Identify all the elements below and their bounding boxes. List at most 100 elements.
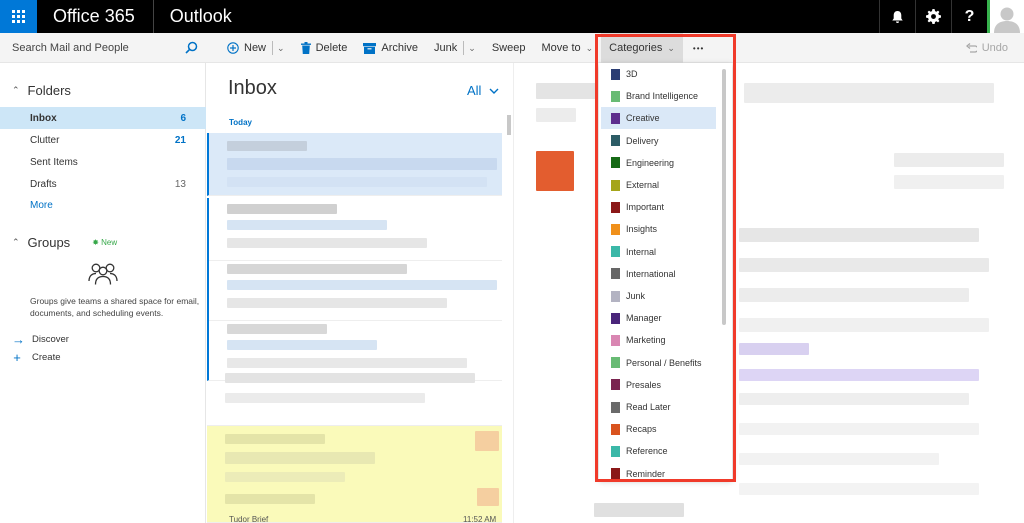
unread-count: 21: [174, 134, 186, 146]
sweep-button[interactable]: Sweep: [484, 33, 534, 63]
chevron-down-icon: [489, 88, 499, 94]
category-item[interactable]: Internal: [601, 241, 716, 263]
category-item[interactable]: Reference: [601, 440, 716, 462]
new-badge: ✸ New: [92, 238, 118, 247]
folder-inbox[interactable]: Inbox 6: [0, 107, 206, 129]
category-item[interactable]: International: [601, 263, 716, 285]
category-label: Reminder: [626, 468, 666, 479]
category-swatch: [611, 423, 620, 435]
filter-dropdown[interactable]: All: [467, 83, 499, 98]
top-right-controls: ?: [879, 0, 1024, 33]
category-item[interactable]: Brand Intelligence: [601, 85, 716, 107]
more-actions-button[interactable]: •••: [683, 33, 712, 63]
category-swatch: [611, 179, 620, 191]
category-label: Manager: [626, 313, 662, 324]
category-label: Recaps: [626, 424, 657, 435]
brand-title[interactable]: Office 365: [37, 0, 154, 33]
unread-count: 6: [180, 112, 186, 124]
search-input[interactable]: Search Mail and People: [0, 33, 206, 63]
app-launcher-button[interactable]: [0, 0, 37, 33]
category-item[interactable]: Manager: [601, 307, 716, 329]
category-label: Brand Intelligence: [626, 91, 699, 102]
category-item[interactable]: Personal / Benefits: [601, 352, 716, 374]
category-swatch: [611, 290, 620, 302]
create-group-link[interactable]: + Create: [12, 350, 60, 365]
chevron-up-icon: ⌃: [12, 237, 20, 247]
discover-groups-link[interactable]: → Discover: [12, 332, 69, 347]
category-swatch: [611, 112, 620, 124]
category-label: Creative: [626, 113, 660, 124]
category-swatch: [611, 379, 620, 391]
delete-button[interactable]: Delete: [293, 33, 356, 63]
list-item[interactable]: [207, 133, 502, 196]
categories-button[interactable]: Categories ⌄: [601, 33, 683, 63]
list-item[interactable]: [207, 258, 502, 321]
chevron-down-icon: ⌄: [585, 42, 594, 53]
list-item[interactable]: [207, 426, 502, 523]
list-item[interactable]: [207, 363, 502, 426]
category-swatch: [611, 357, 620, 369]
date-group-header: Today: [229, 118, 252, 127]
people-icon: [88, 263, 118, 285]
folder-label: Drafts: [30, 178, 57, 190]
notifications-button[interactable]: [879, 0, 915, 33]
category-swatch: [611, 68, 620, 80]
plus-icon: +: [13, 350, 21, 365]
settings-button[interactable]: [915, 0, 951, 33]
category-item[interactable]: Creative: [601, 107, 716, 130]
groups-header[interactable]: ⌃ Groups ✸ New: [0, 235, 117, 250]
category-swatch: [611, 334, 620, 346]
undo-button[interactable]: Undo: [965, 33, 1008, 63]
message-toolbar: New ⌄ Delete Archive Junk ⌄ Sweep Move t…: [219, 33, 712, 63]
search-icon[interactable]: [185, 41, 198, 54]
folder-drafts[interactable]: Drafts 13: [0, 173, 206, 195]
archive-button[interactable]: Archive: [355, 33, 426, 63]
list-scrollbar[interactable]: [507, 115, 511, 135]
category-item[interactable]: Recaps: [601, 418, 716, 440]
category-label: Delivery: [626, 135, 659, 146]
avatar[interactable]: [987, 0, 1024, 33]
category-item[interactable]: Presales: [601, 374, 716, 396]
category-item[interactable]: Junk: [601, 285, 716, 307]
new-button[interactable]: New: [219, 33, 274, 63]
folder-clutter[interactable]: Clutter 21: [0, 129, 206, 151]
trash-icon: [300, 42, 311, 54]
folder-pane: ⌃ Folders Inbox 6 Clutter 21 Sent Items …: [0, 63, 206, 523]
category-item[interactable]: Read Later: [601, 396, 716, 418]
more-folders-link[interactable]: More: [30, 200, 53, 211]
category-item[interactable]: Important: [601, 196, 716, 218]
category-label: Important: [626, 202, 665, 213]
category-item[interactable]: Marketing: [601, 329, 716, 351]
message-list: Inbox All Today Tudor Brief 11:52 AM: [207, 63, 513, 523]
junk-dropdown-button[interactable]: ⌄: [460, 33, 484, 63]
undo-icon: [965, 43, 977, 53]
categories-scrollbar[interactable]: [722, 69, 726, 325]
new-dropdown-button[interactable]: ⌄: [269, 33, 293, 63]
app-title[interactable]: Outlook: [154, 6, 232, 27]
category-item[interactable]: Engineering: [601, 152, 716, 174]
discover-label: Discover: [32, 334, 69, 345]
help-button[interactable]: ?: [951, 0, 987, 33]
category-item[interactable]: Delivery: [601, 130, 716, 152]
category-swatch: [611, 268, 620, 280]
category-label: Read Later: [626, 402, 671, 412]
plus-circle-icon: [227, 42, 239, 54]
search-placeholder: Search Mail and People: [12, 42, 129, 54]
category-label: Junk: [626, 291, 646, 301]
category-item[interactable]: External: [601, 174, 716, 196]
folder-sent-items[interactable]: Sent Items: [0, 151, 206, 173]
undo-label: Undo: [981, 42, 1008, 54]
move-to-button[interactable]: Move to ⌄: [533, 33, 601, 63]
folder-label: Inbox: [30, 112, 57, 124]
category-label: 3D: [626, 69, 638, 79]
list-item[interactable]: [207, 198, 502, 261]
folders-header[interactable]: ⌃ Folders: [0, 83, 71, 98]
category-item[interactable]: 3D: [601, 63, 716, 85]
junk-label: Junk: [434, 42, 458, 54]
category-item[interactable]: Reminder: [601, 463, 716, 479]
category-label: Marketing: [626, 335, 666, 346]
category-item[interactable]: Insights: [601, 218, 716, 240]
category-label: Engineering: [626, 157, 675, 168]
categories-label: Categories: [609, 42, 663, 54]
category-swatch: [611, 401, 620, 413]
